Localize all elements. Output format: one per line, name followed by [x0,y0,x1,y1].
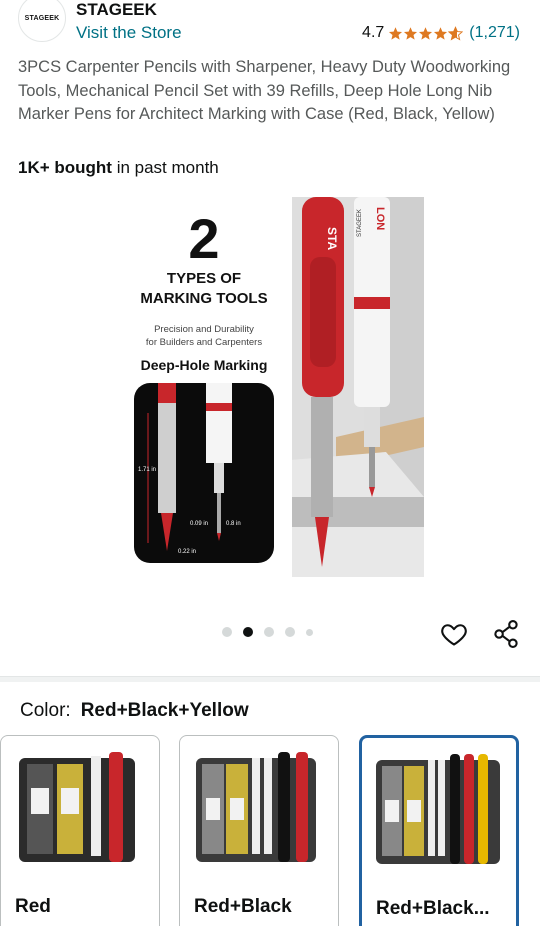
hero-sub-line1: Precision and Durability [154,324,254,335]
marker-print: LON [374,207,386,230]
color-selector-label: Color: Red+Black+Yellow [20,700,249,722]
brand-logo[interactable]: STAGEEK [18,0,66,42]
hero-info-panel: 2 TYPES OF MARKING TOOLS Precision and D… [116,197,292,577]
measure-b: 0.8 in [226,521,241,527]
swatch-red[interactable]: Red [0,735,160,926]
swatch-label: Red+Black... [376,898,490,919]
hero-types-heading: TYPES OF MARKING TOOLS [116,269,292,309]
measure-a: 0.09 in [190,521,209,527]
hero-types-line2: MARKING TOOLS [140,290,268,307]
swatch-image [376,754,500,864]
swatch-red-black[interactable]: Red+Black [179,735,339,926]
measure-c: 0.22 in [178,549,197,555]
rating-count: (1,271) [469,24,520,41]
color-selected-value: Red+Black+Yellow [80,700,249,721]
hero-deep-hole: Deep-Hole Marking [140,357,268,373]
section-divider [0,676,540,682]
swatch-image [196,752,316,862]
star-icon [403,26,418,41]
swatch-red-black-yellow[interactable]: Red+Black... [359,735,519,926]
half-star-icon [448,25,464,41]
heart-icon[interactable] [440,620,468,648]
brand-logo-text: STAGEEK [24,14,60,22]
marker-brand-print: STAGEEK [357,209,363,237]
share-icon[interactable] [492,619,520,649]
hero-sub-line2: for Builders and Carpenters [145,337,263,348]
rating-value: 4.7 [362,24,385,41]
pencil-print: STA [325,227,339,250]
bought-bold: 1K+ bought [18,158,112,177]
product-image[interactable]: STA LON STAGEEK 2 TYPES OF MARKING TOOLS… [116,197,424,577]
bought-count: 1K+ bought in past month [18,158,219,178]
hero-types-line1: TYPES OF [166,270,242,287]
carousel-dot[interactable] [306,628,313,636]
star-icon [433,26,448,41]
measure-length: 1.71 in [138,467,157,473]
rating-summary[interactable]: 4.7 (1,271) [362,24,520,42]
brand-header: STAGEEK STAGEEK Visit the Store 4.7 (1,2… [18,0,528,46]
carousel-dot[interactable] [264,627,274,637]
carousel-dot-active[interactable] [243,627,253,637]
hero-detail-box: 1.71 in 0.09 in 0.8 in 0.22 in [134,383,274,563]
color-label: Color: [20,700,71,721]
product-title: 3PCS Carpenter Pencils with Sharpener, H… [18,58,511,124]
carousel-dot[interactable] [285,627,295,637]
carousel-dots[interactable] [222,627,313,637]
visit-store-link[interactable]: Visit the Store [76,23,182,43]
carousel-dot[interactable] [222,627,232,637]
swatch-label: Red [15,896,51,917]
hero-subtitle: Precision and Durability for Builders an… [116,323,292,349]
bought-rest: in past month [111,158,219,177]
star-rating [388,25,464,41]
star-icon [418,26,433,41]
hero-big-number: 2 [188,207,220,270]
swatch-label: Red+Black [194,896,292,917]
brand-name: STAGEEK [76,0,157,19]
swatch-image [19,752,135,862]
star-icon [388,26,403,41]
